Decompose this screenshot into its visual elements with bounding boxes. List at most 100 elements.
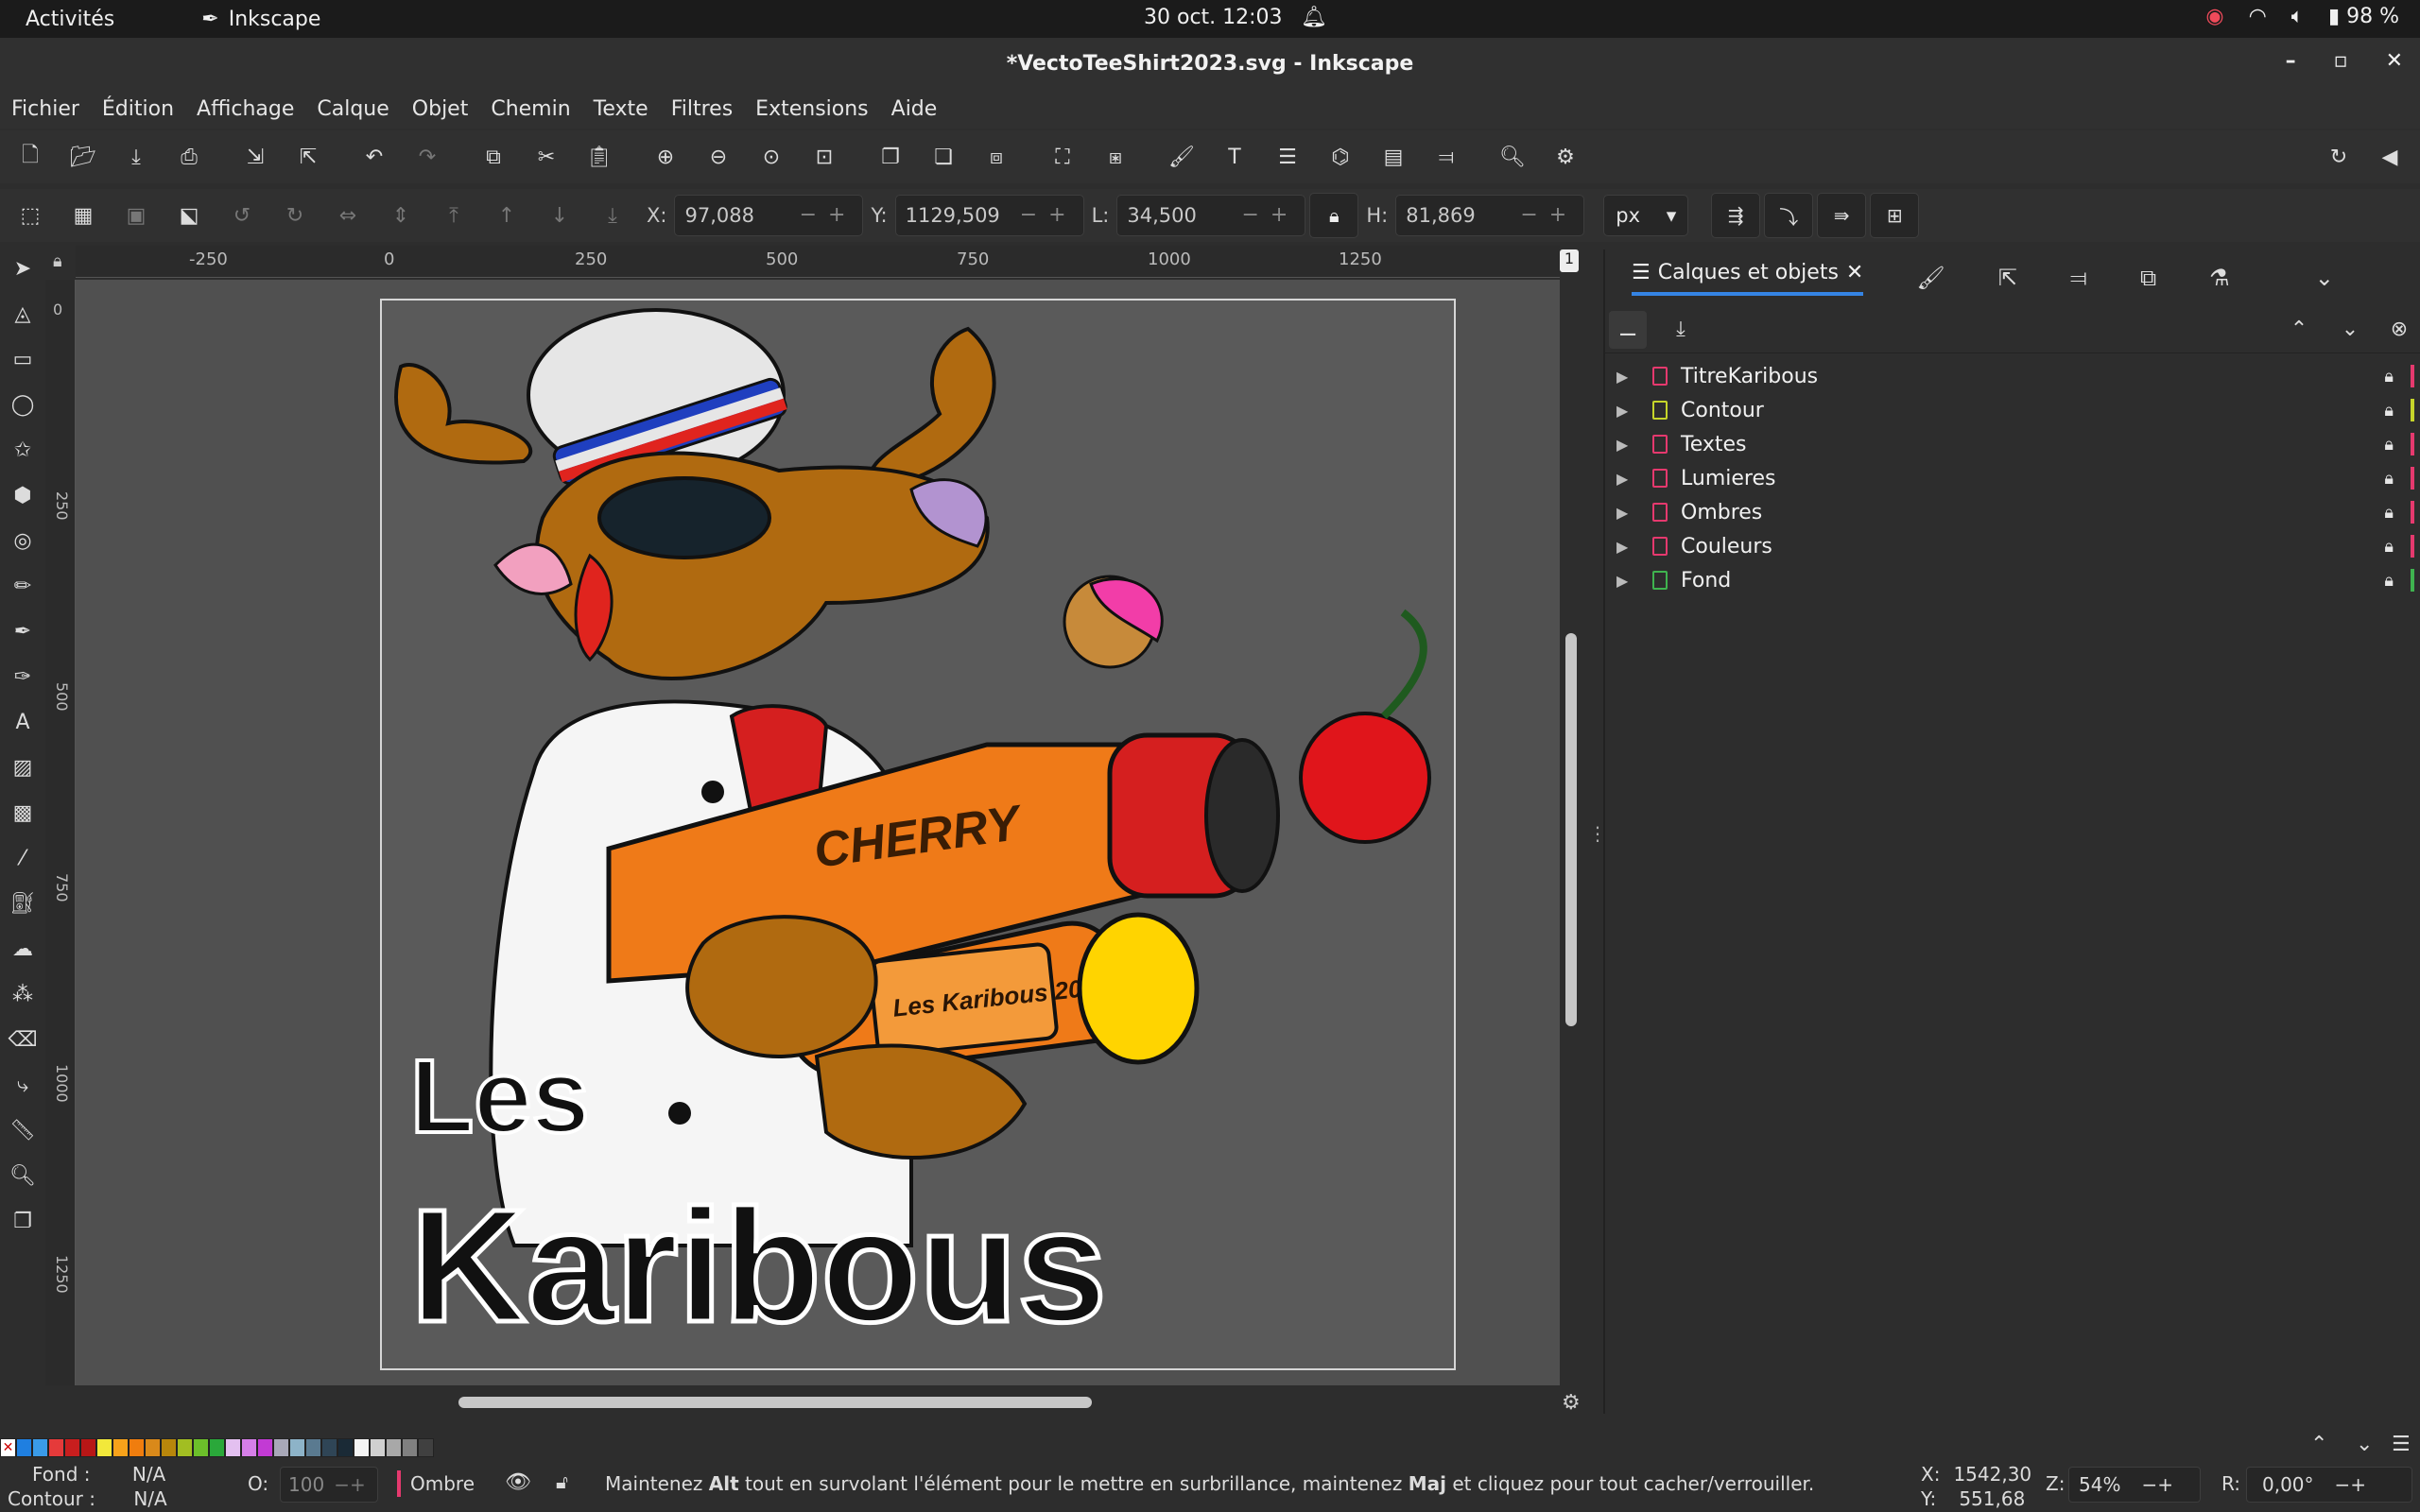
color-swatch[interactable] <box>289 1438 305 1457</box>
clock[interactable]: 30 oct. 12:03 <box>1144 6 1283 29</box>
lock-icon[interactable]: 🔒︎ <box>2384 367 2394 387</box>
color-swatch[interactable] <box>16 1438 32 1457</box>
y-input[interactable]: 1129,509 −+ <box>894 195 1084 236</box>
color-swatch[interactable] <box>370 1438 386 1457</box>
export-icon[interactable]: ⇱ <box>289 138 327 176</box>
star-tool-icon[interactable]: ✩ <box>0 427 45 472</box>
tweak-tool-icon[interactable]: ☁ <box>0 926 45 971</box>
vertical-scrollbar[interactable] <box>1565 633 1577 1026</box>
open-icon[interactable]: 📂︎ <box>64 138 102 176</box>
menu-affichage[interactable]: Affichage <box>197 97 294 121</box>
color-swatch[interactable] <box>48 1438 64 1457</box>
rectangle-tool-icon[interactable]: ▭ <box>0 336 45 382</box>
measure-tool-icon[interactable]: 📏︎ <box>0 1108 45 1153</box>
copy-icon[interactable]: ⧉ <box>475 138 512 176</box>
raise-icon[interactable]: ↑ <box>488 197 526 234</box>
preferences-icon[interactable]: ⚙ <box>1547 138 1584 176</box>
add-layer-icon[interactable]: ⤓ <box>1662 311 1700 349</box>
lock-icon[interactable]: 🔒︎ <box>2384 435 2394 455</box>
drawing-canvas[interactable]: CHERRY Les Karibous 2023 Les Karibous <box>76 280 1560 1385</box>
snap-toggle-icon[interactable]: ↻ <box>2320 138 2358 176</box>
new-document-icon[interactable]: 🗋 <box>11 138 49 176</box>
color-swatch[interactable] <box>386 1438 402 1457</box>
color-swatch[interactable] <box>145 1438 161 1457</box>
rotation-input[interactable]: 0,00° −+ <box>2246 1467 2412 1503</box>
menu-extensions[interactable]: Extensions <box>755 97 868 121</box>
color-swatch[interactable] <box>80 1438 96 1457</box>
color-swatch[interactable] <box>32 1438 48 1457</box>
color-swatch[interactable] <box>209 1438 225 1457</box>
tab-layers-objects[interactable]: ☰ Calques et objets ✕ <box>1632 261 1864 296</box>
calligraphy-tool-icon[interactable]: ✑ <box>0 654 45 699</box>
menu-aide[interactable]: Aide <box>891 97 938 121</box>
move-down-icon[interactable]: ⌄ <box>2331 311 2369 349</box>
close-tab-icon[interactable]: ✕ <box>1846 261 1863 284</box>
box3d-tool-icon[interactable]: ⬢ <box>0 472 45 518</box>
selector-tool-icon[interactable]: ➤ <box>0 246 45 291</box>
layer-row[interactable]: ▶ Contour 🔒︎ <box>1605 393 2420 427</box>
menu-filtres[interactable]: Filtres <box>671 97 733 121</box>
gradient-tool-icon[interactable]: ▨ <box>0 745 45 790</box>
expand-arrow-icon[interactable]: ▶ <box>1616 470 1639 488</box>
expand-arrow-icon[interactable]: ▶ <box>1616 504 1639 522</box>
deselect-icon[interactable]: ▣ <box>117 197 155 234</box>
expand-arrow-icon[interactable]: ▶ <box>1616 436 1639 454</box>
color-swatch[interactable] <box>161 1438 177 1457</box>
duplicate-icon[interactable]: ❐ <box>872 138 909 176</box>
color-swatch[interactable] <box>257 1438 273 1457</box>
align-tab-icon[interactable]: ⫤ <box>2070 265 2087 291</box>
lock-ratio-button[interactable]: 🔒︎ <box>1309 193 1359 238</box>
scale-stroke-button[interactable]: ⇶ <box>1711 193 1761 238</box>
expand-arrow-icon[interactable]: ▶ <box>1616 572 1639 590</box>
rotation-stepper[interactable]: −+ <box>2335 1473 2367 1496</box>
ellipse-tool-icon[interactable]: ◯ <box>0 382 45 427</box>
expand-arrow-icon[interactable]: ▶ <box>1616 538 1639 556</box>
cut-icon[interactable]: ✂ <box>527 138 565 176</box>
text-tool-icon[interactable]: A <box>0 699 45 745</box>
color-swatch[interactable] <box>418 1438 434 1457</box>
collapse-commands-icon[interactable]: ◀ <box>2371 138 2409 176</box>
select-all-icon[interactable]: ⬚ <box>11 197 49 234</box>
lower-bottom-icon[interactable]: ⤓ <box>594 197 631 234</box>
eraser-tool-icon[interactable]: ⌫ <box>0 1017 45 1062</box>
no-paint-swatch[interactable]: ✕ <box>0 1438 16 1457</box>
color-swatch[interactable] <box>241 1438 257 1457</box>
unlink-clone-icon[interactable]: ⧈ <box>977 138 1015 176</box>
color-swatch[interactable] <box>225 1438 241 1457</box>
unit-select[interactable]: px ▾ <box>1603 195 1689 236</box>
x-stepper[interactable]: −+ <box>800 203 857 227</box>
redo-icon[interactable]: ↷ <box>408 138 446 176</box>
connector-tool-icon[interactable]: ⤷ <box>0 1062 45 1108</box>
fill-stroke-icon[interactable]: 🖌︎ <box>1163 138 1201 176</box>
zoom-input[interactable]: 54% −+ <box>2068 1467 2201 1503</box>
minimize-icon[interactable]: – <box>2286 49 2296 73</box>
transform-tab-icon[interactable]: ⧉ <box>2140 265 2156 291</box>
color-swatch[interactable] <box>129 1438 145 1457</box>
raise-top-icon[interactable]: ⤒ <box>435 197 473 234</box>
lock-icon[interactable]: 🔒︎ <box>2384 469 2394 489</box>
color-swatch[interactable] <box>177 1438 193 1457</box>
palette-scroll-up-icon[interactable]: ⌃ <box>2310 1433 2327 1456</box>
layer-row[interactable]: ▶ Ombres 🔒︎ <box>1605 495 2420 529</box>
pen-tool-icon[interactable]: ✒ <box>0 609 45 654</box>
lock-icon[interactable]: 🔒︎ <box>2384 503 2394 523</box>
karibou-artwork[interactable]: CHERRY Les Karibous 2023 Les Karibous <box>382 301 1454 1368</box>
clone-icon[interactable]: ❏ <box>925 138 962 176</box>
horizontal-scrollbar[interactable] <box>458 1397 1092 1408</box>
color-swatch[interactable] <box>321 1438 337 1457</box>
color-swatch[interactable] <box>112 1438 129 1457</box>
layer-row[interactable]: ▶ Fond 🔒︎ <box>1605 563 2420 597</box>
color-swatch[interactable] <box>64 1438 80 1457</box>
layer-row[interactable]: ▶ TitreKaribous 🔒︎ <box>1605 359 2420 393</box>
menu-edition[interactable]: Édition <box>102 97 174 121</box>
layers-icon[interactable]: ☰ <box>1269 138 1306 176</box>
dropper-tool-icon[interactable]: ⁄ <box>0 835 45 881</box>
y-stepper[interactable]: −+ <box>1020 203 1078 227</box>
delete-layer-icon[interactable]: ⊗ <box>2380 311 2418 349</box>
color-swatch[interactable] <box>96 1438 112 1457</box>
color-swatch[interactable] <box>354 1438 370 1457</box>
undo-icon[interactable]: ↶ <box>355 138 393 176</box>
paint-bucket-tool-icon[interactable]: ⛽︎ <box>0 881 45 926</box>
node-tool-icon[interactable]: ◬ <box>0 291 45 336</box>
layers-only-toggle-icon[interactable]: ⚊ <box>1609 310 1647 349</box>
